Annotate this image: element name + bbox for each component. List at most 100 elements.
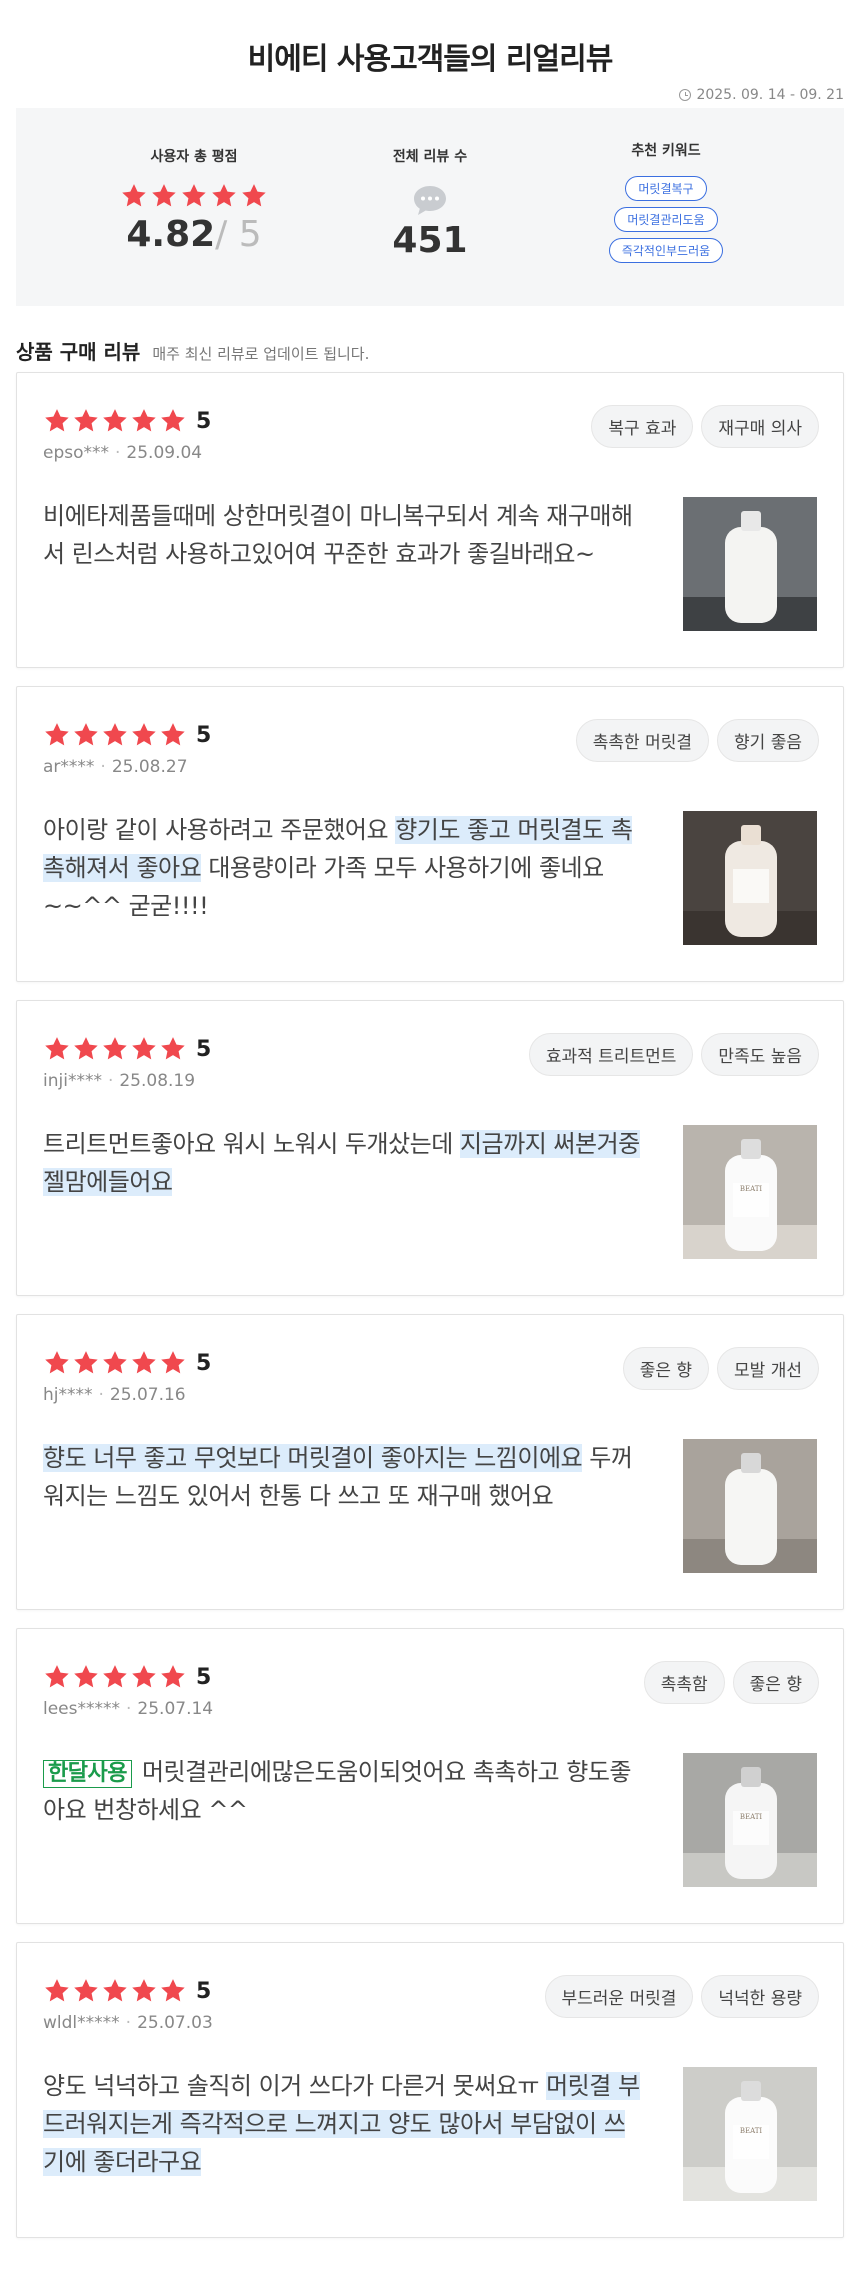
review-text: 향도 너무 좋고 무엇보다 머릿결이 좋아지는 느낌이에요 두꺼워지는 느낌도 … — [43, 1439, 643, 1573]
review-text: 아이랑 같이 사용하려고 주문했어요 향기도 좋고 머릿결도 촉촉해져서 좋아요… — [43, 811, 643, 945]
review-rating: 5 — [196, 1036, 212, 1062]
review-tags: 복구 효과 재구매 의사 — [591, 405, 819, 448]
rating-score: 4.82/ 5 — [126, 214, 261, 255]
star-icon — [103, 723, 127, 746]
review-rating: 5 — [196, 722, 212, 748]
review-body: 아이랑 같이 사용하려고 주문했어요 향기도 좋고 머릿결도 촉촉해져서 좋아요… — [43, 811, 817, 945]
review-badge: 한달사용 — [43, 1760, 132, 1788]
review-photo[interactable]: BEATI — [683, 1125, 817, 1259]
bottle-photo-graphic — [683, 1439, 817, 1573]
keywords-label: 추천 키워드 — [631, 143, 701, 159]
section-subtitle: 매주 최신 리뷰로 업데이트 됩니다. — [152, 345, 370, 363]
bottle-photo-graphic — [683, 497, 817, 631]
review-rating: 5 — [196, 408, 212, 434]
review-tags: 부드러운 머릿결 넉넉한 용량 — [544, 1975, 819, 2018]
star-icon — [161, 1351, 185, 1374]
star-icon — [74, 1665, 98, 1688]
rating-summary: 사용자 총 평점 4.82/ 5 — [76, 108, 312, 306]
rating-label: 사용자 총 평점 — [150, 149, 238, 165]
review-tags: 효과적 트리트먼트 만족도 높음 — [528, 1033, 819, 1076]
rating-value: 4.82 — [126, 214, 216, 255]
star-icon — [74, 409, 98, 432]
star-icon — [45, 1979, 69, 2002]
review-highlight: 향도 너무 좋고 무엇보다 머릿결이 좋아지는 느낌이에요 — [43, 1444, 583, 1472]
review-user: hj**** — [43, 1385, 93, 1405]
star-icon — [74, 1979, 98, 2002]
review-user: inji**** — [43, 1071, 102, 1091]
review-tag: 복구 효과 — [591, 405, 694, 448]
review-tags: 촉촉한 머릿결 향기 좋음 — [575, 719, 819, 762]
review-period: 2025. 09. 14 - 09. 21 — [16, 82, 844, 108]
clock-icon — [679, 89, 692, 101]
star-icon — [242, 184, 266, 207]
star-icon — [132, 1665, 156, 1688]
review-tag: 좋은 향 — [622, 1347, 710, 1390]
period-text: 2025. 09. 14 - 09. 21 — [696, 87, 844, 103]
meta-separator: · — [107, 1071, 114, 1091]
review-rating: 5 — [196, 1350, 212, 1376]
star-icon — [103, 409, 127, 432]
bottle-photo-graphic: BEATI — [683, 1753, 817, 1887]
bottle-photo-graphic: BEATI — [683, 1125, 817, 1259]
section-header: 상품 구매 리뷰 매주 최신 리뷰로 업데이트 됩니다. — [16, 336, 844, 372]
review-rating: 5 — [196, 1664, 212, 1690]
review-photo[interactable] — [683, 497, 817, 631]
review-body: 양도 넉넉하고 솔직히 이거 쓰다가 다른거 못써요ㅠ 머릿결 부드러워지는게 … — [43, 2067, 817, 2201]
meta-separator: · — [125, 2013, 132, 2033]
review-date: 25.07.03 — [137, 2013, 213, 2033]
star-icon — [122, 184, 146, 207]
review-photo[interactable]: BEATI — [683, 2067, 817, 2201]
review-user: lees***** — [43, 1699, 120, 1719]
review-body: 향도 너무 좋고 무엇보다 머릿결이 좋아지는 느낌이에요 두꺼워지는 느낌도 … — [43, 1439, 817, 1573]
review-user: ar**** — [43, 757, 95, 777]
review-photo[interactable]: BEATI — [683, 1753, 817, 1887]
count-label: 전체 리뷰 수 — [392, 149, 468, 165]
star-icon — [132, 1351, 156, 1374]
keyword-chip[interactable]: 머릿결복구 — [625, 176, 707, 201]
star-icon — [45, 409, 69, 432]
bottle-brand-text: BEATI — [740, 2127, 763, 2135]
review-card: 5 wldl***** · 25.07.03 부드러운 머릿결 넉넉한 용량 양도 … — [16, 1942, 844, 2238]
star-icon — [45, 723, 69, 746]
star-icon — [103, 1979, 127, 2002]
star-icon — [161, 723, 185, 746]
review-tags: 좋은 향 모발 개선 — [622, 1347, 819, 1390]
review-card: 5 hj**** · 25.07.16 좋은 향 모발 개선 향도 너무 좋고 무엇… — [16, 1314, 844, 1610]
review-card: 5 lees***** · 25.07.14 촉촉함 좋은 향 한달사용 머릿결관리에… — [16, 1628, 844, 1924]
rating-max: / 5 — [215, 214, 262, 255]
keyword-chip[interactable]: 즉각적인부드러움 — [608, 238, 724, 263]
star-icon — [152, 184, 176, 207]
bottle-brand-text: BEATI — [740, 1813, 763, 1821]
keyword-chip[interactable]: 머릿결관리도움 — [614, 207, 718, 232]
review-tag: 만족도 높음 — [701, 1033, 819, 1076]
meta-separator: · — [98, 1385, 104, 1405]
review-photo[interactable] — [683, 811, 817, 945]
review-photo[interactable] — [683, 1439, 817, 1573]
review-tag: 좋은 향 — [732, 1661, 819, 1704]
star-icon — [182, 184, 206, 207]
review-text-part: 양도 넉넉하고 솔직히 이거 쓰다가 다른거 못써요ㅠ — [43, 2072, 547, 2100]
review-count: 451 — [392, 220, 468, 261]
review-date: 25.09.04 — [126, 443, 203, 463]
review-text-part: 아이랑 같이 사용하려고 주문했어요 — [43, 816, 396, 844]
star-icon — [103, 1351, 127, 1374]
review-date: 25.08.27 — [111, 757, 188, 777]
review-body: 트리트먼트좋아요 워시 노워시 두개샀는데 지금까지 써본거중 젤맘에들어요 B… — [43, 1125, 817, 1259]
review-text-part: 비에타제품들때메 상한머릿결이 마니복구되서 계속 재구매해서 린스처럼 사용하… — [43, 502, 633, 568]
review-tag: 촉촉함 — [643, 1661, 725, 1704]
star-icon — [212, 184, 236, 207]
review-page: 비에티 사용고객들의 리얼리뷰 2025. 09. 14 - 09. 21 사용… — [0, 0, 860, 2279]
review-text: 양도 넉넉하고 솔직히 이거 쓰다가 다른거 못써요ㅠ 머릿결 부드러워지는게 … — [43, 2067, 643, 2201]
keyword-list: 머릿결복구 머릿결관리도움 즉각적인부드러움 — [608, 176, 724, 263]
bottle-photo-graphic: BEATI — [683, 2067, 817, 2201]
meta-separator: · — [100, 757, 106, 777]
star-icon — [103, 1037, 127, 1060]
star-icon — [74, 1351, 98, 1374]
review-tag: 부드러운 머릿결 — [544, 1975, 694, 2018]
review-text-part: 트리트먼트좋아요 워시 노워시 두개샀는데 — [43, 1130, 460, 1158]
review-text: 비에타제품들때메 상한머릿결이 마니복구되서 계속 재구매해서 린스처럼 사용하… — [43, 497, 643, 631]
section-title: 상품 구매 리뷰 — [16, 340, 141, 364]
review-card: 5 epso*** · 25.09.04 복구 효과 재구매 의사 비에타제품들때메… — [16, 372, 844, 668]
review-list: 5 epso*** · 25.09.04 복구 효과 재구매 의사 비에타제품들때메… — [16, 372, 844, 2238]
star-icon — [45, 1351, 69, 1374]
